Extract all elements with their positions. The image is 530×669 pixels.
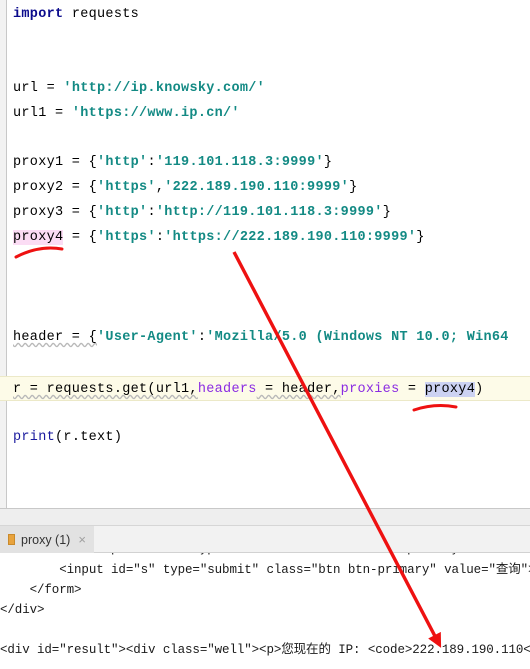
out-div-close: </div>: [0, 603, 45, 617]
line-print-token-0: print: [13, 430, 56, 445]
line-request-token-0: r = requests.get(url1,: [13, 382, 198, 397]
tab-proxy[interactable]: proxy (1) ×: [0, 526, 94, 553]
line-proxy3[interactable]: proxy3 = {'http':'http://119.101.118.3:9…: [0, 200, 530, 225]
line-proxy1-token-4: }: [323, 155, 333, 170]
line-proxy1-token-0: proxy1 = {: [13, 155, 98, 170]
line-proxy4-token-4: 'https://222.189.190.110:9999': [164, 230, 417, 245]
close-icon[interactable]: ×: [78, 533, 86, 546]
line-proxy3-token-4: }: [382, 205, 392, 220]
line-proxy2[interactable]: proxy2 = {'https','222.189.190.110:9999'…: [0, 175, 530, 200]
line-proxy3-token-1: 'http': [97, 205, 148, 220]
line-proxy4[interactable]: proxy4 = {'https':'https://222.189.190.1…: [0, 225, 530, 250]
line-print-token-1: (r.text): [55, 430, 123, 445]
panel-splitter-handle[interactable]: [0, 508, 530, 526]
line-proxy1[interactable]: proxy1 = {'http':'119.101.118.3:9999'}: [0, 150, 530, 175]
output-text-area[interactable]: <input id="s" type="submit" class="btn b…: [0, 553, 530, 669]
line-import-token-0: import: [13, 7, 64, 22]
line-proxy1-token-1: 'http': [97, 155, 148, 170]
line-request-token-3: proxies: [340, 382, 400, 397]
line-proxy2-token-3: '222.189.190.110:9999': [164, 180, 350, 195]
output-panel: proxy (1) × <input id="s" type="submit" …: [0, 526, 530, 669]
line-proxy3-token-2: :: [147, 205, 156, 220]
line-proxy3-token-3: 'http://119.101.118.3:9999': [155, 205, 383, 220]
line-proxy3-token-0: proxy3 = {: [13, 205, 98, 220]
line-proxy4-token-3: :: [155, 230, 165, 245]
line-header-token-3: 'Mozilla/5.0 (Windows NT 10.0; Win64: [206, 330, 509, 345]
code-editor-pane[interactable]: import requests url = 'http://ip.knowsky.…: [0, 0, 530, 508]
line-import[interactable]: import requests: [0, 2, 530, 27]
line-header-token-0: header = {: [13, 330, 98, 345]
line-header-token-1: 'User-Agent': [97, 330, 198, 345]
line-header[interactable]: header = {'User-Agent':'Mozilla/5.0 (Win…: [0, 325, 530, 350]
line-proxy4-token-2: 'https': [97, 230, 156, 245]
line-import-token-1: requests: [63, 7, 140, 22]
python-file-icon: [8, 534, 15, 545]
line-request-token-2: = header,: [256, 382, 341, 397]
line-proxy4-token-1: = {: [63, 230, 98, 245]
line-proxy4-token-0: proxy4: [13, 230, 64, 245]
line-url-token-1: 'http://ip.knowsky.com/': [63, 81, 266, 96]
line-proxy2-token-1: 'https': [97, 180, 156, 195]
line-proxy1-token-2: :: [147, 155, 156, 170]
out-clipped: <input id="s" type="submit" class="btn b…: [0, 553, 530, 556]
line-request-token-4: =: [399, 382, 425, 397]
line-proxy1-token-3: '119.101.118.3:9999': [155, 155, 324, 170]
line-url-token-0: url =: [13, 81, 64, 96]
line-request[interactable]: r = requests.get(url1,headers = header,p…: [0, 376, 530, 401]
code-lines-container[interactable]: import requests url = 'http://ip.knowsky.…: [0, 0, 530, 508]
line-url[interactable]: url = 'http://ip.knowsky.com/': [0, 76, 530, 101]
tab-label: proxy (1): [21, 532, 71, 547]
output-tab-strip[interactable]: proxy (1) ×: [0, 526, 530, 553]
line-request-token-6: ): [475, 382, 484, 397]
line-proxy2-token-2: ,: [155, 180, 165, 195]
line-proxy2-token-0: proxy2 = {: [13, 180, 98, 195]
line-url1-token-0: url1 =: [13, 106, 72, 121]
line-url1-token-1: 'https://www.ip.cn/': [71, 106, 240, 121]
line-proxy4-token-5: }: [416, 230, 425, 245]
out-result: <div id="result"><div class="well"><p>您现…: [0, 643, 530, 657]
line-request-token-5: proxy4: [424, 382, 476, 397]
line-request-token-1: headers: [197, 382, 257, 397]
line-print[interactable]: print(r.text): [0, 425, 530, 450]
line-header-token-2: :: [197, 330, 207, 345]
line-proxy2-token-4: }: [349, 180, 358, 195]
line-url1[interactable]: url1 = 'https://www.ip.cn/': [0, 101, 530, 126]
